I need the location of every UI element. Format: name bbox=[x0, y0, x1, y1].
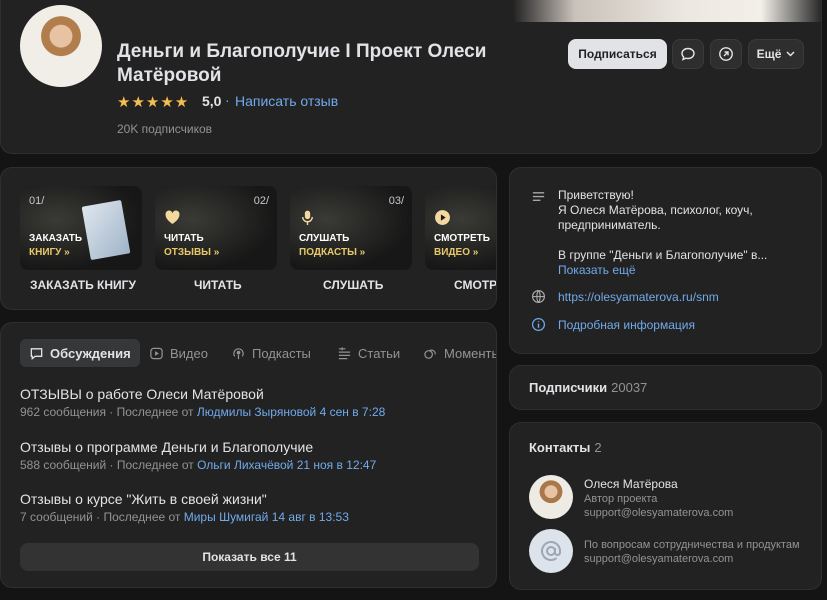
tab-articles[interactable]: Статьи bbox=[337, 339, 400, 367]
tile-line1: СЛУШАТЬ bbox=[299, 233, 350, 244]
contact-avatar[interactable] bbox=[529, 529, 573, 573]
tile-listen-podcasts[interactable]: 03/ СЛУШАТЬ ПОДКАСТЫ » bbox=[290, 186, 412, 270]
show-more-link[interactable]: Показать ещё bbox=[558, 263, 798, 278]
description-icon bbox=[532, 192, 545, 201]
topic-title[interactable]: Отзывы о курсе "Жить в своей жизни" bbox=[20, 491, 267, 507]
action-tiles: 01/ ЗАКАЗАТЬ КНИГУ » 02/ ЧИТАТЬ ОТЗЫВЫ »… bbox=[0, 167, 497, 310]
clip-icon bbox=[424, 349, 436, 359]
share-icon bbox=[719, 47, 733, 61]
heart-icon bbox=[165, 210, 180, 224]
community-avatar[interactable] bbox=[18, 3, 104, 89]
tile-number: 01/ bbox=[29, 195, 45, 207]
topic-meta: 588 сообщений · Последнее от Ольги Лихач… bbox=[20, 458, 376, 472]
about-line: В группе "Деньги и Благополучие" в... bbox=[558, 248, 768, 262]
contacts-label: Контакты bbox=[529, 440, 591, 455]
about-description: Приветствую! Я Олеся Матёрова, психолог,… bbox=[558, 188, 798, 278]
tile-label: ЧИТАТЬ bbox=[194, 278, 242, 292]
tile-line2: ВИДЕО » bbox=[434, 247, 479, 258]
microphone-icon bbox=[302, 210, 313, 225]
tile-order-book[interactable]: 01/ ЗАКАЗАТЬ КНИГУ » bbox=[20, 186, 142, 270]
subscribers-count[interactable]: 20K подписчиков bbox=[117, 122, 212, 136]
community-title: Деньги и Благополучие I Проект Олеси Мат… bbox=[117, 41, 487, 86]
followers-label: Подписчики bbox=[529, 380, 608, 395]
contact-avatar[interactable] bbox=[529, 475, 573, 519]
article-icon bbox=[338, 346, 351, 359]
tab-video[interactable]: Видео bbox=[149, 339, 208, 367]
message-button[interactable] bbox=[672, 39, 704, 69]
tile-line1: ЗАКАЗАТЬ bbox=[29, 233, 83, 244]
about-line: Приветствую! bbox=[558, 188, 634, 202]
tab-label: Подкасты bbox=[252, 345, 311, 361]
chat-icon bbox=[30, 347, 43, 360]
separator-dot: · bbox=[225, 92, 230, 108]
contact-name[interactable]: Олеся Матёрова bbox=[584, 477, 678, 491]
show-all-button[interactable]: Показать все 11 bbox=[20, 543, 479, 571]
message-icon bbox=[681, 47, 695, 61]
about-card: Приветствую! Я Олеся Матёрова, психолог,… bbox=[509, 167, 822, 354]
rating-value: 5,0 bbox=[202, 93, 222, 109]
tile-number: 02/ bbox=[253, 195, 269, 207]
topic-title[interactable]: Отзывы о программе Деньги и Благополучие bbox=[20, 439, 313, 455]
topic-last-author[interactable]: Людмилы Зыряновой 4 сен в 7:28 bbox=[197, 405, 385, 419]
book-image bbox=[81, 199, 131, 261]
tile-read-reviews[interactable]: 02/ ЧИТАТЬ ОТЗЫВЫ » bbox=[155, 186, 277, 270]
tab-moments[interactable]: Моменты bbox=[423, 339, 497, 367]
play-icon bbox=[435, 210, 450, 225]
discussions-card: Обсуждения Видео Подкасты Статьи Моменты… bbox=[0, 322, 497, 588]
contacts-card: Контакты 2 Олеся Матёрова Автор проекта s… bbox=[509, 422, 822, 590]
tile-label: ЗАКАЗАТЬ КНИГУ bbox=[30, 278, 136, 292]
tile-line2: ПОДКАСТЫ » bbox=[299, 247, 366, 258]
topic-count: 962 сообщения · Последнее от bbox=[20, 405, 197, 419]
community-header: Деньги и Благополучие I Проект Олеси Мат… bbox=[0, 0, 822, 154]
about-line: предприниматель. bbox=[558, 218, 661, 232]
info-icon bbox=[531, 317, 546, 332]
topic-meta: 962 сообщения · Последнее от Людмилы Зыр… bbox=[20, 405, 385, 419]
cover-image bbox=[513, 0, 821, 22]
contacts-count: 2 bbox=[594, 440, 602, 455]
video-icon bbox=[150, 347, 163, 359]
share-button[interactable] bbox=[710, 39, 742, 69]
contact-role: Автор проекта bbox=[584, 493, 658, 505]
tab-discussions[interactable]: Обсуждения bbox=[20, 339, 140, 367]
rating-stars: ★★★★★ bbox=[117, 94, 190, 111]
topic-count: 588 сообщений · Последнее от bbox=[20, 458, 198, 472]
followers-card[interactable]: Подписчики 20037 bbox=[509, 365, 822, 410]
tile-watch-video[interactable]: СМОТРЕТЬ ВИДЕО » bbox=[425, 186, 496, 270]
content-tabs: Обсуждения Видео Подкасты Статьи Моменты bbox=[20, 339, 497, 369]
write-review-link[interactable]: Написать отзыв bbox=[235, 93, 338, 109]
tile-label: СМОТРЕТЬ bbox=[454, 278, 497, 292]
subscribe-button[interactable]: Подписаться bbox=[568, 39, 667, 69]
contact-role: По вопросам сотрудничества и продуктам bbox=[584, 539, 800, 551]
more-label: Ещё bbox=[756, 47, 782, 61]
website-link[interactable]: https://olesyamaterova.ru/snm bbox=[558, 290, 719, 304]
contact-email[interactable]: support@olesyamaterova.com bbox=[584, 507, 733, 519]
topic-count: 7 сообщений · Последнее от bbox=[20, 510, 184, 524]
topic-last-author[interactable]: Миры Шумигай 14 авг в 13:53 bbox=[184, 510, 349, 524]
tile-line2: КНИГУ » bbox=[29, 247, 70, 258]
tile-line1: ЧИТАТЬ bbox=[164, 233, 204, 244]
contact-email[interactable]: support@olesyamaterova.com bbox=[584, 553, 733, 565]
podcast-icon bbox=[233, 347, 244, 359]
tab-label: Моменты bbox=[444, 345, 497, 361]
tab-label: Обсуждения bbox=[50, 345, 131, 361]
chevron-down-icon bbox=[786, 51, 795, 57]
tab-label: Видео bbox=[170, 345, 208, 361]
globe-icon bbox=[531, 289, 546, 304]
tab-label: Статьи bbox=[358, 345, 401, 361]
tile-line1: СМОТРЕТЬ bbox=[434, 233, 490, 244]
tile-number: 03/ bbox=[388, 195, 404, 207]
topic-last-author[interactable]: Ольги Лихачёвой 21 ноя в 12:47 bbox=[197, 458, 376, 472]
at-sign-icon bbox=[541, 540, 561, 561]
details-link[interactable]: Подробная информация bbox=[558, 318, 695, 332]
tile-label: СЛУШАТЬ bbox=[323, 278, 384, 292]
followers-title: Подписчики 20037 bbox=[529, 380, 647, 395]
followers-count: 20037 bbox=[611, 380, 648, 395]
tab-podcasts[interactable]: Подкасты bbox=[231, 339, 311, 367]
topic-title[interactable]: ОТЗЫВЫ о работе Олеси Матёровой bbox=[20, 386, 264, 402]
tile-line2: ОТЗЫВЫ » bbox=[164, 247, 220, 258]
about-line: Я Олеся Матёрова, психолог, коуч, bbox=[558, 203, 753, 217]
more-button[interactable]: Ещё bbox=[748, 39, 804, 69]
topic-meta: 7 сообщений · Последнее от Миры Шумигай … bbox=[20, 510, 349, 524]
contacts-title[interactable]: Контакты 2 bbox=[529, 440, 602, 455]
